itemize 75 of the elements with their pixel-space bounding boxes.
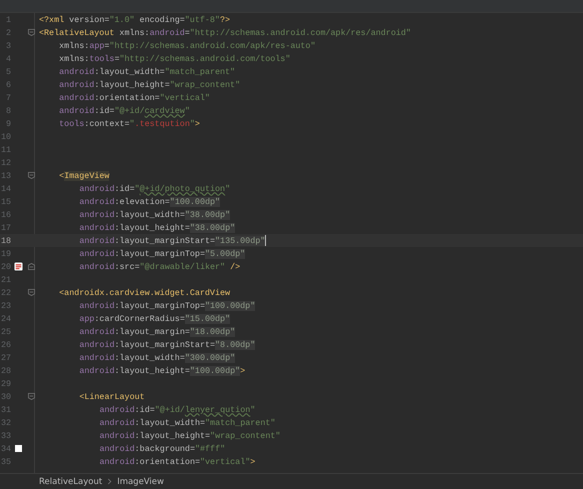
code-line: android:src="@drawable/liker" />	[79, 262, 240, 272]
code-line: app:cardCornerRadius="15.00dp"	[79, 314, 230, 324]
line-number: 6	[4, 80, 11, 90]
fold-icon[interactable]	[28, 289, 34, 296]
code-line: android:layout_width="38.00dp"	[79, 210, 230, 220]
line-number: 19	[0, 248, 11, 258]
fold-icon[interactable]	[28, 172, 34, 179]
code-line: android:layout_height="wrap_content"	[59, 80, 240, 90]
line-number: 24	[0, 314, 11, 324]
code-line: <RelativeLayout xmlns:android="http://schemas.android.com/apk/res/android"	[39, 28, 411, 38]
code-line: xmlns:app="http://schemas.android.com/apk/res-auto"	[59, 40, 316, 50]
line-number: 7	[4, 92, 11, 102]
line-number: 21	[0, 274, 11, 284]
line-number: 1	[4, 14, 11, 24]
line-number: 10	[0, 132, 11, 142]
line-number: 32	[0, 418, 11, 428]
line-number: 29	[0, 378, 11, 388]
code-line: android:layout_margin="18.00dp"	[79, 326, 236, 336]
line-number: 5	[4, 66, 11, 76]
image-preview-icon	[14, 262, 23, 271]
code-line: android:layout_width="match_parent"	[59, 66, 236, 76]
fold-icon[interactable]	[28, 393, 34, 400]
code-line: <ImageView	[59, 170, 110, 180]
code-line: android:id="@+id/cardview"	[59, 106, 190, 116]
text-cursor	[265, 235, 266, 246]
code-line: android:orientation="vertical"	[59, 92, 210, 102]
line-number: 3	[4, 40, 11, 50]
fold-icon[interactable]	[28, 29, 34, 36]
code-line: <LinearLayout	[79, 392, 145, 402]
line-number: 12	[0, 158, 11, 168]
line-number: 31	[0, 404, 11, 414]
line-number: 8	[4, 106, 11, 116]
code-line: android:layout_marginTop="5.00dp"	[79, 248, 246, 258]
line-number: 27	[0, 352, 11, 362]
line-number: 26	[0, 340, 11, 350]
line-number: 17	[0, 222, 11, 232]
line-number: 2	[4, 28, 11, 38]
fold-end-icon[interactable]	[28, 263, 34, 270]
line-number: 22	[0, 288, 11, 298]
line-number: 20	[0, 262, 11, 272]
breadcrumb-item[interactable]: RelativeLayout	[39, 476, 102, 486]
code-line: <?xml version="1.0" encoding="utf-8"?>	[39, 14, 230, 24]
code-line: android:layout_marginTop="100.00dp"	[79, 300, 256, 310]
breadcrumb-item[interactable]: ImageView	[117, 476, 164, 486]
code-line: android:layout_height="38.00dp"	[79, 222, 236, 232]
line-number: 34	[0, 444, 11, 454]
code-line: android:background="#fff"	[99, 444, 226, 454]
line-number: 23	[0, 300, 11, 310]
line-number: 28	[0, 366, 11, 376]
code-line: xmlns:tools="http://schemas.android.com/tools"	[59, 54, 290, 64]
line-number: 30	[0, 392, 11, 402]
line-number: 13	[0, 170, 11, 180]
line-number: 25	[0, 326, 11, 336]
line-number: 16	[0, 210, 11, 220]
code-line: android:layout_width="300.00dp"	[79, 352, 236, 362]
line-number: 15	[0, 196, 11, 206]
code-line: android:id="@+id/photo_qution"	[79, 184, 230, 194]
code-line: <androidx.cardview.widget.CardView	[59, 288, 230, 298]
line-number: 35	[0, 456, 11, 466]
code-line: android:id="@+id/lenyer_qution"	[99, 404, 256, 414]
chevron-icon	[107, 478, 112, 485]
line-number: 4	[4, 54, 11, 64]
code-line: tools:context=".testqution">	[59, 118, 200, 128]
line-number: 9	[4, 118, 11, 128]
code-line: android:elevation="100.00dp"	[79, 196, 220, 206]
line-number: 11	[0, 144, 11, 154]
code-line: android:layout_width="match_parent"	[99, 418, 276, 428]
code-line: android:layout_height="100.00dp">	[79, 366, 246, 376]
code-line: android:layout_height="wrap_content"	[99, 430, 280, 440]
line-number: 14	[0, 184, 11, 194]
line-number: 18	[0, 236, 11, 246]
line-number: 33	[0, 430, 11, 440]
code-line: android:layout_marginStart="8.00dp"	[79, 340, 256, 350]
code-line: android:layout_marginStart="135.00dp"	[79, 236, 266, 246]
code-line: android:orientation="vertical">	[99, 456, 256, 466]
